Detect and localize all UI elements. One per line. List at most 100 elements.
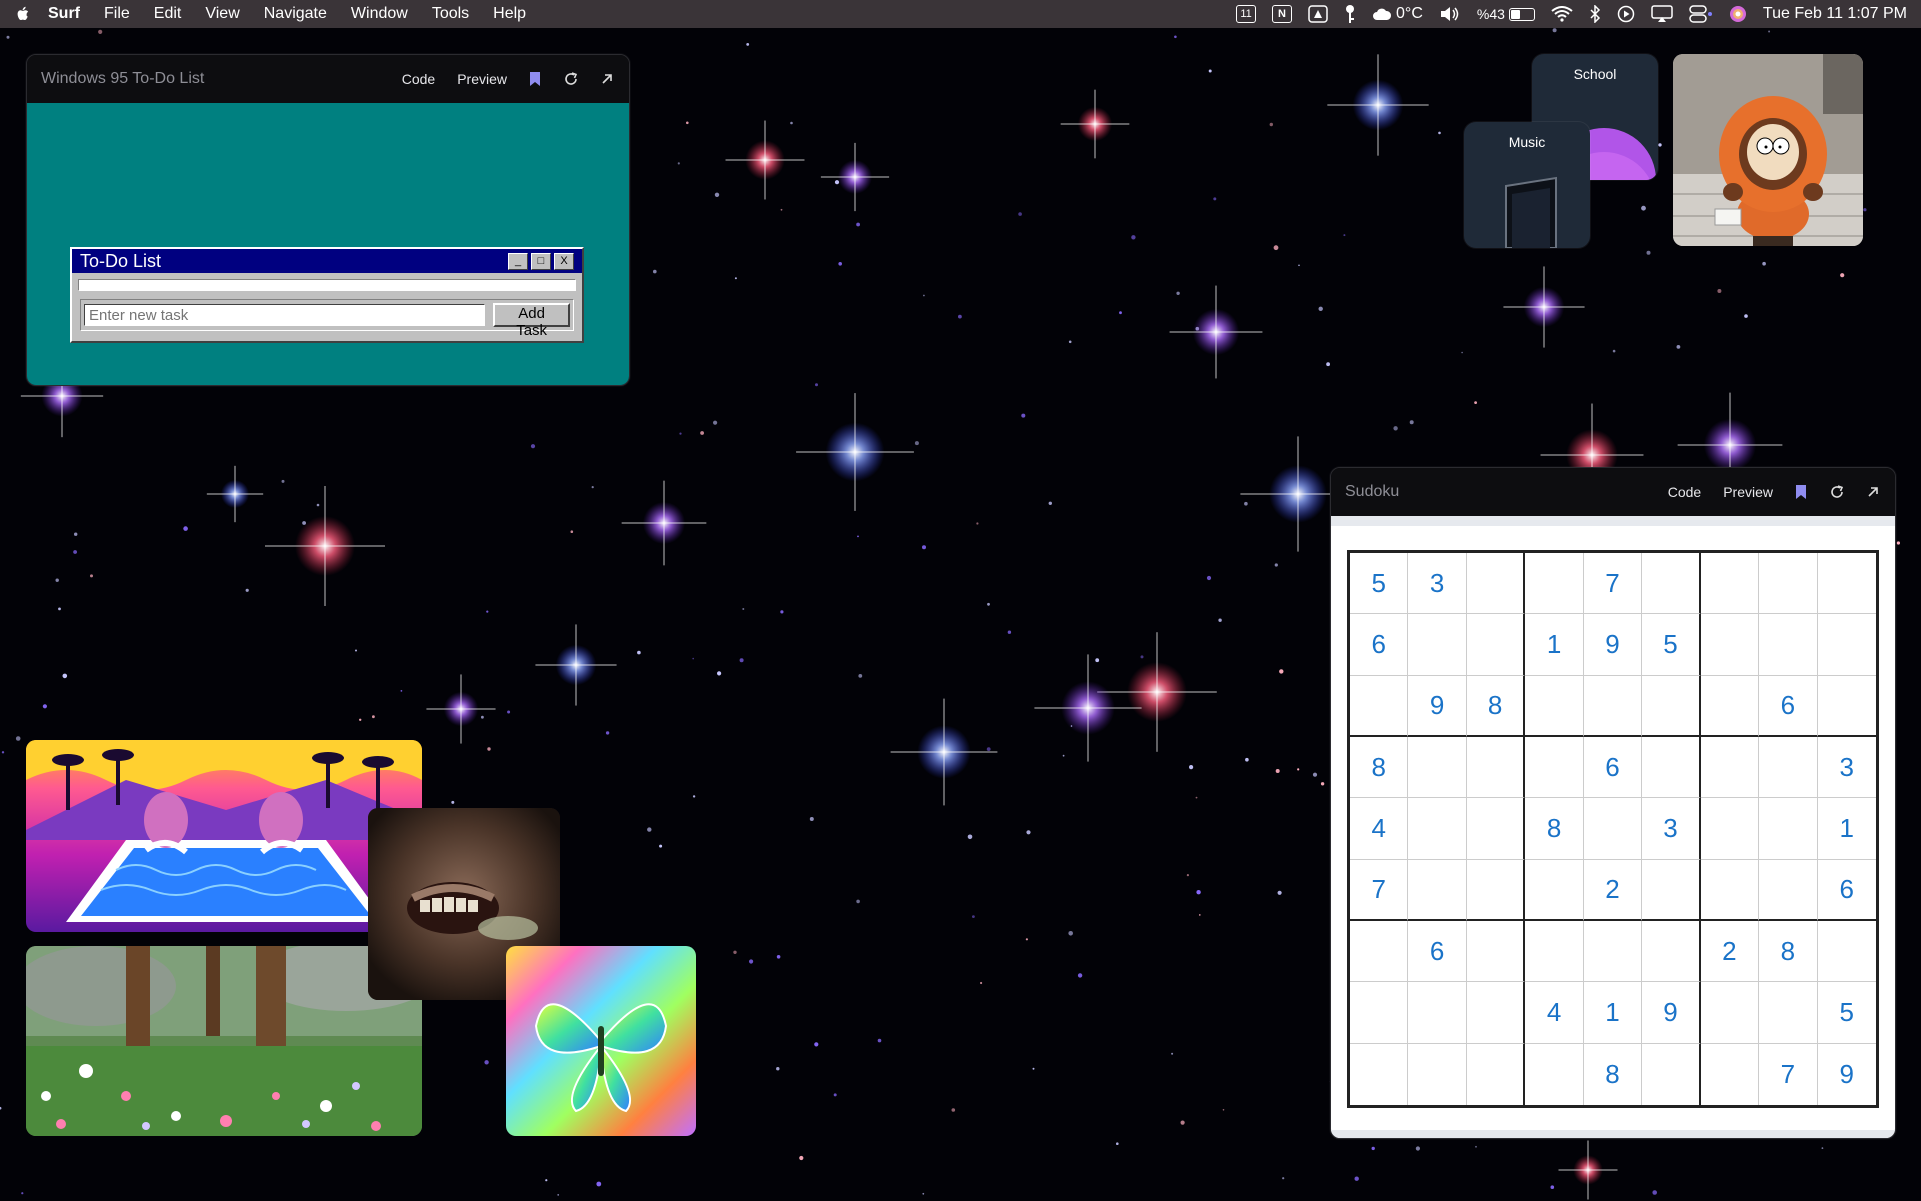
reload-icon[interactable]: [563, 71, 579, 87]
sudoku-cell[interactable]: 8: [1466, 675, 1526, 737]
sudoku-cell[interactable]: 8: [1525, 798, 1584, 860]
sudoku-cell[interactable]: 5: [1817, 982, 1876, 1044]
sudoku-cell[interactable]: 3: [1817, 737, 1876, 799]
sudoku-cell[interactable]: [1525, 1043, 1584, 1105]
sudoku-cell[interactable]: 6: [1350, 614, 1409, 676]
sudoku-cell[interactable]: 4: [1525, 982, 1584, 1044]
sudoku-cell[interactable]: 9: [1583, 614, 1643, 676]
sudoku-cell[interactable]: [1466, 982, 1526, 1044]
menu-help[interactable]: Help: [493, 5, 526, 23]
bookmark-icon[interactable]: [527, 71, 543, 87]
sudoku-cell[interactable]: [1583, 798, 1643, 860]
task-list[interactable]: [78, 279, 576, 291]
sudoku-cell[interactable]: [1759, 859, 1818, 921]
sudoku-cell[interactable]: [1350, 675, 1409, 737]
sudoku-cell[interactable]: 3: [1642, 798, 1701, 860]
sudoku-cell[interactable]: [1466, 614, 1526, 676]
sudoku-cell[interactable]: [1525, 859, 1584, 921]
play-icon[interactable]: [1617, 5, 1635, 23]
sudoku-cell[interactable]: 8: [1584, 1043, 1643, 1105]
sudoku-cell[interactable]: [1525, 675, 1584, 737]
sudoku-cell[interactable]: 8: [1759, 920, 1818, 983]
holographic-butterfly-tile[interactable]: [506, 946, 696, 1136]
open-external-icon[interactable]: [1865, 484, 1881, 500]
battery-icon[interactable]: [1508, 7, 1535, 21]
todo-dialog-titlebar[interactable]: To-Do List _ □ X: [72, 249, 582, 273]
sudoku-cell[interactable]: 9: [1408, 675, 1467, 737]
add-task-button[interactable]: Add Task: [493, 303, 570, 339]
sudoku-cell[interactable]: [1408, 798, 1467, 860]
sudoku-cell[interactable]: 6: [1583, 736, 1643, 799]
sudoku-cell[interactable]: 1: [1817, 798, 1876, 860]
sudoku-cell[interactable]: [1642, 736, 1701, 799]
sudoku-cell[interactable]: [1466, 798, 1526, 860]
bluetooth-icon[interactable]: [1589, 5, 1601, 23]
sudoku-cell[interactable]: 9: [1818, 1044, 1876, 1105]
calendar-icon[interactable]: 11: [1236, 5, 1257, 23]
sudoku-cell[interactable]: 5: [1642, 614, 1701, 676]
clock-datetime[interactable]: Tue Feb 11 1:07 PM: [1763, 5, 1907, 23]
apple-menu-icon[interactable]: [14, 5, 32, 23]
sudoku-cell[interactable]: 2: [1700, 920, 1760, 983]
drive-icon[interactable]: [1308, 5, 1328, 23]
sudoku-cell[interactable]: 7: [1583, 553, 1643, 615]
forest-artwork-tile[interactable]: [26, 946, 422, 1136]
code-button[interactable]: Code: [1668, 484, 1701, 500]
menu-navigate[interactable]: Navigate: [264, 5, 327, 23]
sudoku-cell[interactable]: [1700, 675, 1760, 737]
sudoku-cell[interactable]: [1700, 614, 1760, 676]
sudoku-cell[interactable]: 1: [1583, 982, 1643, 1044]
sudoku-cell[interactable]: [1759, 614, 1818, 676]
sudoku-cell[interactable]: [1466, 920, 1526, 983]
sudoku-cell[interactable]: [1759, 736, 1818, 799]
todo-window-titlebar[interactable]: Windows 95 To-Do List Code Preview: [27, 55, 629, 103]
sudoku-cell[interactable]: [1408, 614, 1467, 676]
sudoku-cell[interactable]: [1642, 920, 1701, 983]
sudoku-cell[interactable]: [1817, 614, 1876, 676]
control-center-icon[interactable]: [1689, 5, 1713, 23]
sudoku-cell[interactable]: [1817, 676, 1876, 737]
sudoku-cell[interactable]: 1: [1525, 614, 1584, 676]
sudoku-cell[interactable]: [1466, 553, 1526, 615]
sudoku-cell[interactable]: [1583, 920, 1643, 983]
new-task-input[interactable]: [84, 304, 486, 326]
menu-edit[interactable]: Edit: [154, 5, 182, 23]
sudoku-cell[interactable]: [1759, 982, 1818, 1044]
app-menu-surf[interactable]: Surf: [48, 5, 80, 23]
siri-icon[interactable]: [1729, 5, 1747, 23]
sudoku-cell[interactable]: [1700, 736, 1760, 799]
menu-view[interactable]: View: [205, 5, 239, 23]
menu-tools[interactable]: Tools: [432, 5, 469, 23]
sudoku-cell[interactable]: 6: [1759, 675, 1818, 737]
screen-mirror-icon[interactable]: [1651, 5, 1673, 23]
volume-icon[interactable]: [1439, 5, 1461, 23]
sudoku-cell[interactable]: [1467, 1043, 1526, 1105]
sudoku-cell[interactable]: 4: [1350, 798, 1409, 860]
reload-icon[interactable]: [1829, 484, 1845, 500]
sudoku-cell[interactable]: [1525, 920, 1584, 983]
sudoku-window-titlebar[interactable]: Sudoku Code Preview: [1331, 468, 1895, 516]
sudoku-cell[interactable]: [1700, 553, 1760, 615]
sudoku-cell[interactable]: [1642, 553, 1701, 615]
sudoku-cell[interactable]: [1466, 859, 1526, 921]
sudoku-cell[interactable]: 5: [1350, 553, 1409, 615]
sudoku-cell[interactable]: 7: [1759, 1043, 1818, 1105]
sudoku-cell[interactable]: [1700, 798, 1760, 860]
sudoku-cell[interactable]: [1700, 982, 1760, 1044]
sudoku-cell[interactable]: [1642, 675, 1701, 737]
folder-music[interactable]: Music: [1464, 122, 1590, 248]
sudoku-cell[interactable]: [1408, 1043, 1467, 1105]
sudoku-cell[interactable]: [1525, 553, 1584, 615]
sudoku-cell[interactable]: [1350, 1043, 1409, 1105]
sudoku-cell[interactable]: 9: [1642, 982, 1701, 1044]
sudoku-cell[interactable]: [1350, 920, 1409, 983]
sudoku-cell[interactable]: 2: [1583, 859, 1643, 921]
notion-icon[interactable]: N: [1272, 5, 1293, 23]
sudoku-cell[interactable]: 7: [1350, 859, 1409, 921]
menu-window[interactable]: Window: [351, 5, 408, 23]
character-image-tile[interactable]: [1673, 54, 1863, 246]
close-button[interactable]: X: [554, 252, 574, 270]
code-button[interactable]: Code: [402, 71, 435, 87]
sudoku-cell[interactable]: 6: [1408, 920, 1467, 983]
sudoku-cell[interactable]: [1700, 859, 1760, 921]
